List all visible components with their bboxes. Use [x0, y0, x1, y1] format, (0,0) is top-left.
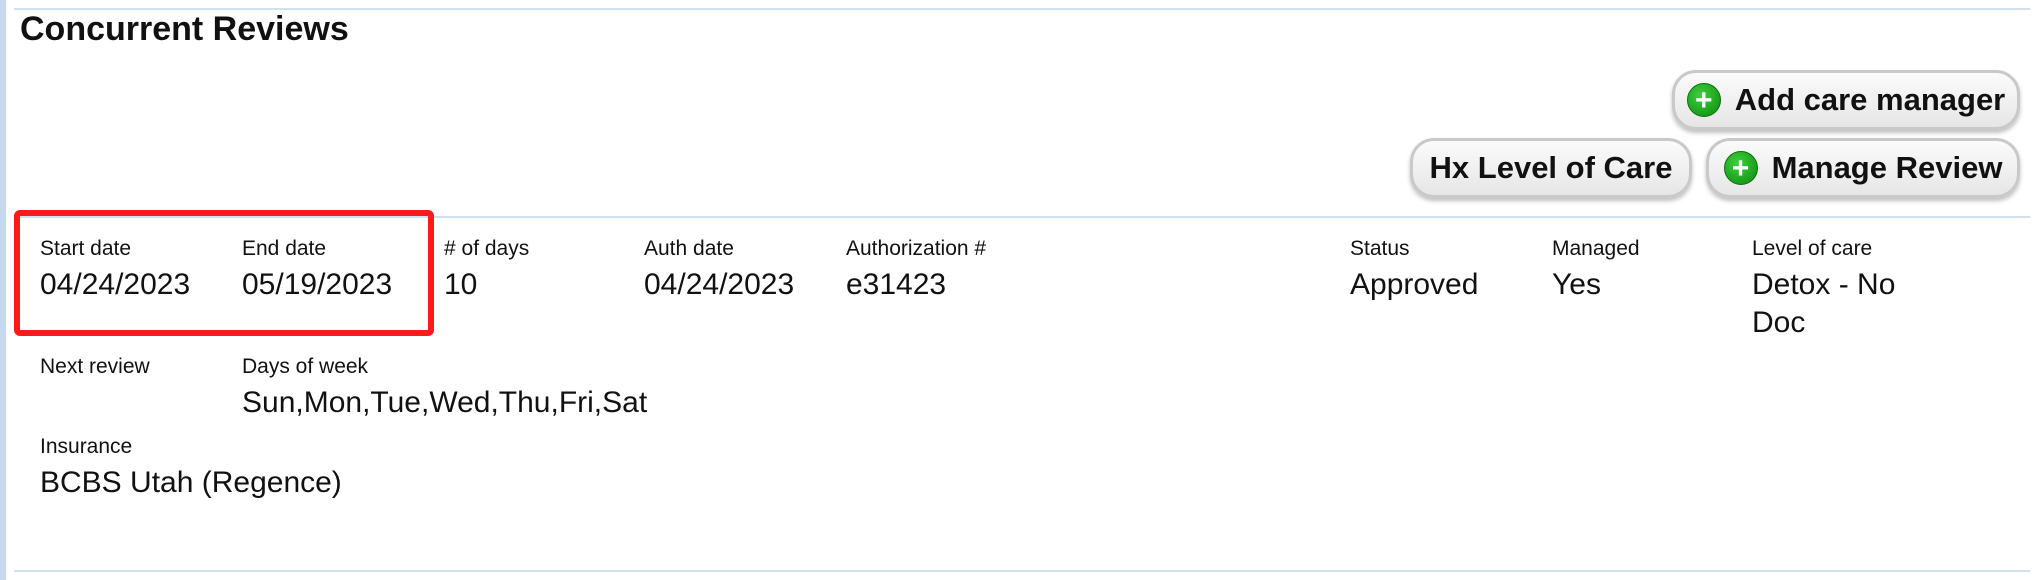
- add-care-manager-label: Add care manager: [1734, 82, 2006, 117]
- insurance-label: Insurance: [40, 435, 133, 458]
- authorization-value: e31423: [846, 268, 947, 301]
- auth-date-label: Auth date: [644, 237, 734, 260]
- next-review-label: Next review: [40, 355, 150, 378]
- authorization-field: Authorization # e31423: [846, 236, 986, 304]
- num-days-value: 10: [444, 268, 478, 301]
- days-of-week-field: Days of week Sun,Mon,Tue,Wed,Thu,Fri,Sat: [242, 354, 647, 422]
- managed-label: Managed: [1552, 237, 1640, 260]
- level-of-care-value-line2: Doc: [1752, 306, 1806, 339]
- auth-date-value: 04/24/2023: [644, 268, 795, 301]
- authorization-label: Authorization #: [846, 237, 987, 260]
- insurance-field: Insurance BCBS Utah (Regence): [40, 434, 342, 502]
- section-title: Concurrent Reviews: [20, 10, 349, 48]
- level-of-care-label: Level of care: [1752, 237, 1873, 260]
- date-range-highlight: [14, 210, 434, 336]
- level-of-care-field: Level of care Detox - No Doc: [1752, 236, 1895, 342]
- hx-level-of-care-label: Hx Level of Care: [1429, 150, 1673, 185]
- managed-value: Yes: [1552, 268, 1601, 301]
- next-review-field: Next review: [40, 354, 150, 384]
- status-value: Approved: [1350, 268, 1479, 301]
- level-of-care-value-line1: Detox - No: [1752, 268, 1896, 301]
- manage-review-button[interactable]: + Manage Review: [1706, 138, 2020, 198]
- manage-review-label: Manage Review: [1771, 150, 2003, 185]
- status-field: Status Approved: [1350, 236, 1478, 304]
- days-of-week-label: Days of week: [242, 355, 369, 378]
- left-border-stripe: [0, 0, 6, 580]
- num-days-field: # of days 10: [444, 236, 529, 304]
- status-label: Status: [1350, 237, 1410, 260]
- managed-field: Managed Yes: [1552, 236, 1640, 304]
- add-care-manager-button[interactable]: + Add care manager: [1672, 70, 2020, 130]
- plus-circle-icon: +: [1686, 83, 1721, 117]
- insurance-value: BCBS Utah (Regence): [40, 466, 342, 499]
- hx-level-of-care-button[interactable]: Hx Level of Care: [1410, 138, 1692, 198]
- level-of-care-value: Detox - No Doc: [1752, 266, 1895, 342]
- bottom-divider: [14, 570, 2030, 572]
- num-days-label: # of days: [444, 237, 530, 260]
- days-of-week-value: Sun,Mon,Tue,Wed,Thu,Fri,Sat: [242, 386, 648, 419]
- auth-date-field: Auth date 04/24/2023: [644, 236, 794, 304]
- plus-circle-icon: +: [1723, 151, 1758, 185]
